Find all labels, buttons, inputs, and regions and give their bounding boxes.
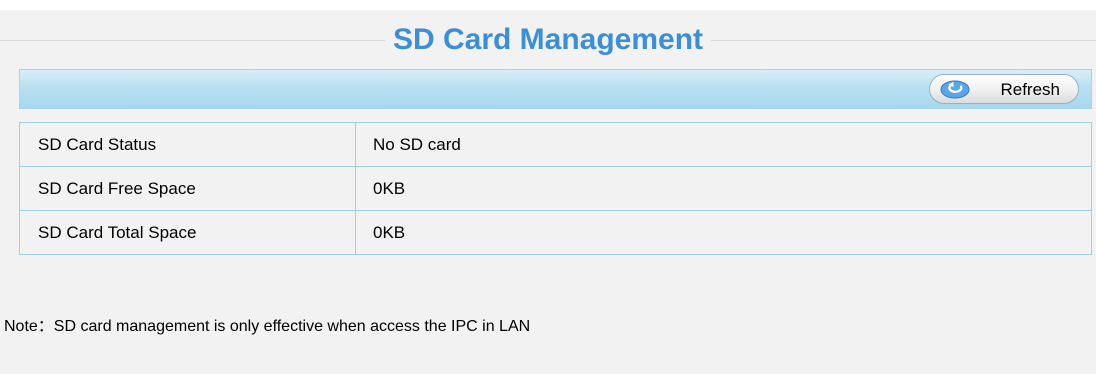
- table-row: SD Card Free Space 0KB: [19, 166, 1092, 211]
- sd-card-status-label: SD Card Status: [19, 122, 356, 167]
- lan-note: Note：SD card management is only effectiv…: [4, 318, 531, 335]
- sd-card-free-space-value: 0KB: [355, 166, 1092, 211]
- page-title-wrap: SD Card Management: [0, 20, 1096, 60]
- title-area: SD Card Management: [0, 18, 1096, 64]
- sd-card-info-table: SD Card Status No SD card SD Card Free S…: [19, 122, 1092, 255]
- table-row: SD Card Total Space 0KB: [19, 210, 1092, 255]
- refresh-icon: [940, 80, 970, 99]
- page-title: SD Card Management: [384, 20, 712, 60]
- refresh-label: Refresh: [1000, 80, 1060, 99]
- top-strip: [0, 0, 1096, 10]
- sd-card-total-space-value: 0KB: [355, 210, 1092, 255]
- refresh-button[interactable]: Refresh: [929, 74, 1079, 104]
- toolbar: Refresh: [19, 69, 1092, 109]
- sd-card-total-space-label: SD Card Total Space: [19, 210, 356, 255]
- sd-card-status-value: No SD card: [355, 122, 1092, 167]
- sd-card-management-page: SD Card Management Refresh SD Card Statu…: [0, 0, 1096, 374]
- table-row: SD Card Status No SD card: [19, 122, 1092, 167]
- sd-card-free-space-label: SD Card Free Space: [19, 166, 356, 211]
